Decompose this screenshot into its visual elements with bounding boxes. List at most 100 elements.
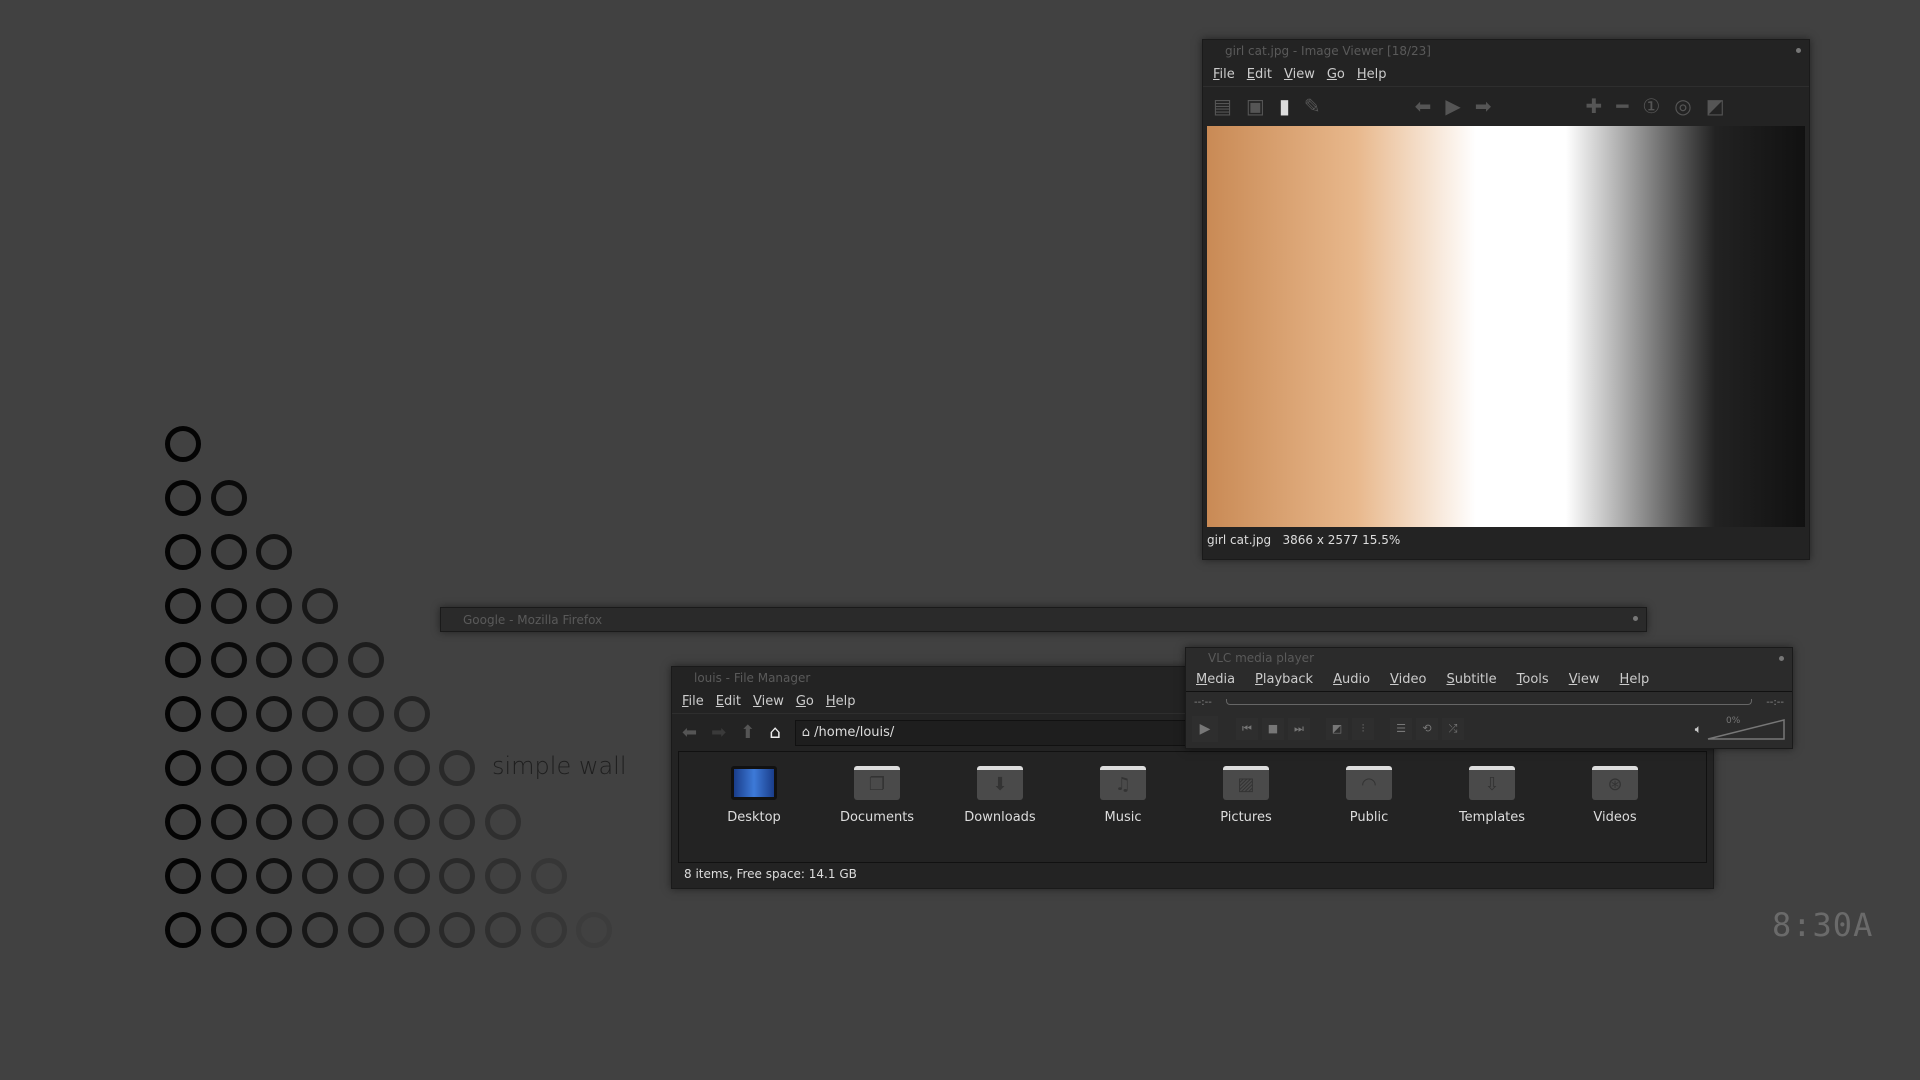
menu-help[interactable]: Help xyxy=(1357,67,1387,82)
menu-help[interactable]: Help xyxy=(1620,672,1650,687)
zoom-out-icon[interactable]: ━ xyxy=(1616,94,1628,118)
fullscreen-button[interactable]: ◩ xyxy=(1326,718,1348,740)
file-item-desktop[interactable]: Desktop xyxy=(699,766,809,825)
ring xyxy=(256,642,293,678)
file-item-label: Documents xyxy=(839,810,915,825)
menu-bar: File Edit View Go Help xyxy=(1203,62,1809,86)
menu-audio[interactable]: Audio xyxy=(1333,672,1370,687)
shuffle-button[interactable]: ⤮ xyxy=(1442,718,1464,740)
menu-file[interactable]: File xyxy=(682,694,704,709)
open-icon[interactable]: ▤ xyxy=(1213,94,1232,118)
stop-button[interactable]: ■ xyxy=(1262,718,1284,740)
ring xyxy=(302,804,339,840)
file-item-music[interactable]: ♫ Music xyxy=(1068,766,1178,825)
previous-button[interactable]: ⏮ xyxy=(1236,718,1258,740)
file-item-pictures[interactable]: ▨ Pictures xyxy=(1191,766,1301,825)
home-icon[interactable]: ⌂ xyxy=(769,722,780,743)
ring xyxy=(210,642,247,678)
ring xyxy=(210,588,247,624)
menu-tools[interactable]: Tools xyxy=(1517,672,1549,687)
file-item-videos[interactable]: ⊛ Videos xyxy=(1560,766,1670,825)
music-folder-icon: ♫ xyxy=(1100,766,1146,800)
speaker-icon[interactable]: 🔈︎ xyxy=(1695,722,1702,737)
ring xyxy=(439,858,476,894)
ring xyxy=(256,858,293,894)
close-icon[interactable] xyxy=(1779,656,1784,661)
ring xyxy=(530,912,567,948)
menu-edit[interactable]: Edit xyxy=(716,694,741,709)
ring xyxy=(484,804,521,840)
ring xyxy=(210,480,247,516)
status-bar: girl cat.jpg 3866 x 2577 15.5% xyxy=(1203,529,1809,551)
menu-view[interactable]: View xyxy=(753,694,784,709)
volume-slider[interactable]: 0% xyxy=(1706,716,1786,740)
ring xyxy=(347,912,384,948)
ring xyxy=(210,858,247,894)
playlist-button[interactable]: ☰ xyxy=(1390,718,1412,740)
ring xyxy=(165,912,201,948)
ring xyxy=(302,642,339,678)
next-icon[interactable]: ➡ xyxy=(1475,94,1492,118)
ring xyxy=(165,480,201,516)
file-item-public[interactable]: ◠ Public xyxy=(1314,766,1424,825)
close-icon[interactable] xyxy=(1633,616,1638,621)
videos-folder-icon: ⊛ xyxy=(1592,766,1638,800)
home-icon: ⌂ xyxy=(801,724,810,740)
save-icon[interactable]: ▣ xyxy=(1246,94,1265,118)
forward-icon[interactable]: ➡ xyxy=(711,722,726,743)
zoom-fit-icon[interactable]: ◎ xyxy=(1674,94,1691,118)
total-time: --:-- xyxy=(1766,696,1784,708)
up-icon[interactable]: ⬆ xyxy=(740,722,755,743)
ring xyxy=(393,912,430,948)
menu-file[interactable]: File xyxy=(1213,67,1235,82)
ring xyxy=(347,696,384,732)
zoom-actual-icon[interactable]: ① xyxy=(1642,94,1660,118)
menu-view[interactable]: View xyxy=(1569,672,1600,687)
status-bar: 8 items, Free space: 14.1 GB xyxy=(684,867,857,881)
equalizer-button[interactable]: ⫶ xyxy=(1352,718,1374,740)
title-bar[interactable]: girl cat.jpg - Image Viewer [18/23] xyxy=(1203,40,1809,62)
menu-help[interactable]: Help xyxy=(826,694,856,709)
loop-button[interactable]: ⟲ xyxy=(1416,718,1438,740)
delete-icon[interactable]: ▮ xyxy=(1279,94,1290,118)
menu-edit[interactable]: Edit xyxy=(1247,67,1272,82)
play-button[interactable]: ▶ xyxy=(1192,716,1218,742)
ring xyxy=(210,912,247,948)
menu-go[interactable]: Go xyxy=(1327,67,1345,82)
ring xyxy=(393,858,430,894)
ring xyxy=(347,642,384,678)
fullscreen-icon[interactable]: ◩ xyxy=(1706,94,1725,118)
file-icon-view: Desktop ❐ Documents ⬇ Downloads ♫ Music ▨ Pictur… xyxy=(678,751,1707,863)
menu-media[interactable]: Media xyxy=(1196,672,1235,687)
ring xyxy=(256,750,293,786)
play-icon[interactable]: ▶ xyxy=(1445,94,1460,118)
file-item-label: Templates xyxy=(1458,810,1526,825)
seek-bar[interactable] xyxy=(1225,699,1753,705)
file-item-downloads[interactable]: ⬇ Downloads xyxy=(945,766,1055,825)
menu-playback[interactable]: Playback xyxy=(1255,672,1313,687)
menu-video[interactable]: Video xyxy=(1390,672,1426,687)
file-item-label: Desktop xyxy=(727,810,781,825)
previous-icon[interactable]: ⬅ xyxy=(1415,94,1432,118)
ring xyxy=(439,804,476,840)
ring xyxy=(256,696,293,732)
next-button[interactable]: ⏭ xyxy=(1288,718,1310,740)
menu-go[interactable]: Go xyxy=(796,694,814,709)
ring xyxy=(484,858,521,894)
ring xyxy=(347,750,384,786)
menu-subtitle[interactable]: Subtitle xyxy=(1446,672,1496,687)
file-item-documents[interactable]: ❐ Documents xyxy=(822,766,932,825)
edit-icon[interactable]: ✎ xyxy=(1304,94,1321,118)
menu-view[interactable]: View xyxy=(1284,67,1315,82)
back-icon[interactable]: ⬅ xyxy=(682,722,697,743)
close-icon[interactable] xyxy=(1796,48,1801,53)
clock: 8:30A xyxy=(1772,906,1874,944)
volume-level: 0% xyxy=(1726,716,1741,726)
ring xyxy=(210,696,247,732)
window-title: louis - File Manager xyxy=(694,671,811,685)
zoom-in-icon[interactable]: ✚ xyxy=(1586,94,1603,118)
ring xyxy=(210,750,247,786)
image-canvas xyxy=(1207,126,1805,527)
firefox-window[interactable]: Google - Mozilla Firefox xyxy=(440,607,1647,632)
file-item-templates[interactable]: ⇩ Templates xyxy=(1437,766,1547,825)
